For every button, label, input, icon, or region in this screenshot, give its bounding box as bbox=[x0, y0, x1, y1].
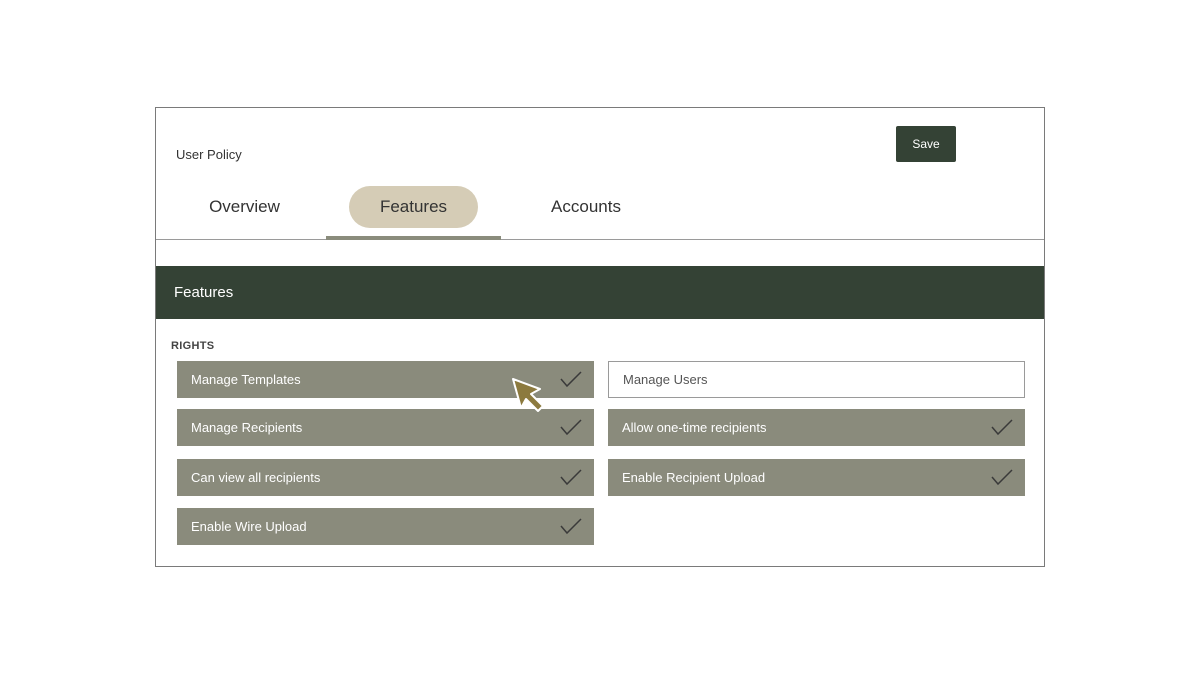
tab-accounts-label: Accounts bbox=[551, 197, 621, 216]
features-section-header: Features bbox=[156, 266, 1044, 319]
tab-features[interactable]: Features bbox=[326, 184, 501, 240]
tab-accounts[interactable]: Accounts bbox=[516, 184, 656, 239]
check-icon bbox=[991, 469, 1013, 486]
right-label: Manage Templates bbox=[191, 372, 301, 387]
save-button[interactable]: Save bbox=[896, 126, 956, 162]
tab-overview[interactable]: Overview bbox=[178, 184, 311, 239]
tab-features-label: Features bbox=[348, 186, 479, 228]
check-icon bbox=[560, 469, 582, 486]
right-can-view-all-recipients[interactable]: Can view all recipients bbox=[177, 459, 594, 496]
right-label: Enable Wire Upload bbox=[191, 519, 307, 534]
check-icon bbox=[991, 419, 1013, 436]
right-label: Enable Recipient Upload bbox=[622, 470, 766, 485]
tab-overview-label: Overview bbox=[209, 197, 280, 216]
right-label: Can view all recipients bbox=[191, 470, 321, 485]
right-manage-recipients[interactable]: Manage Recipients bbox=[177, 409, 594, 446]
page: User Policy Save Overview Features Accou… bbox=[0, 0, 1200, 674]
right-enable-wire-upload[interactable]: Enable Wire Upload bbox=[177, 508, 594, 545]
check-icon bbox=[560, 371, 582, 388]
right-manage-templates[interactable]: Manage Templates bbox=[177, 361, 594, 398]
right-label: Manage Users bbox=[623, 372, 708, 387]
rights-label: RIGHTS bbox=[171, 340, 215, 352]
tab-bar: Overview Features Accounts bbox=[156, 184, 1044, 240]
right-allow-one-time-recipients[interactable]: Allow one-time recipients bbox=[608, 409, 1025, 446]
section-title: Features bbox=[174, 284, 234, 301]
right-manage-users[interactable]: Manage Users bbox=[608, 361, 1025, 398]
right-label: Manage Recipients bbox=[191, 420, 303, 435]
right-enable-recipient-upload[interactable]: Enable Recipient Upload bbox=[608, 459, 1025, 496]
user-policy-panel: User Policy Save Overview Features Accou… bbox=[155, 107, 1045, 567]
page-title: User Policy bbox=[176, 147, 242, 162]
check-icon bbox=[560, 518, 582, 535]
right-label: Allow one-time recipients bbox=[622, 420, 767, 435]
check-icon bbox=[560, 419, 582, 436]
